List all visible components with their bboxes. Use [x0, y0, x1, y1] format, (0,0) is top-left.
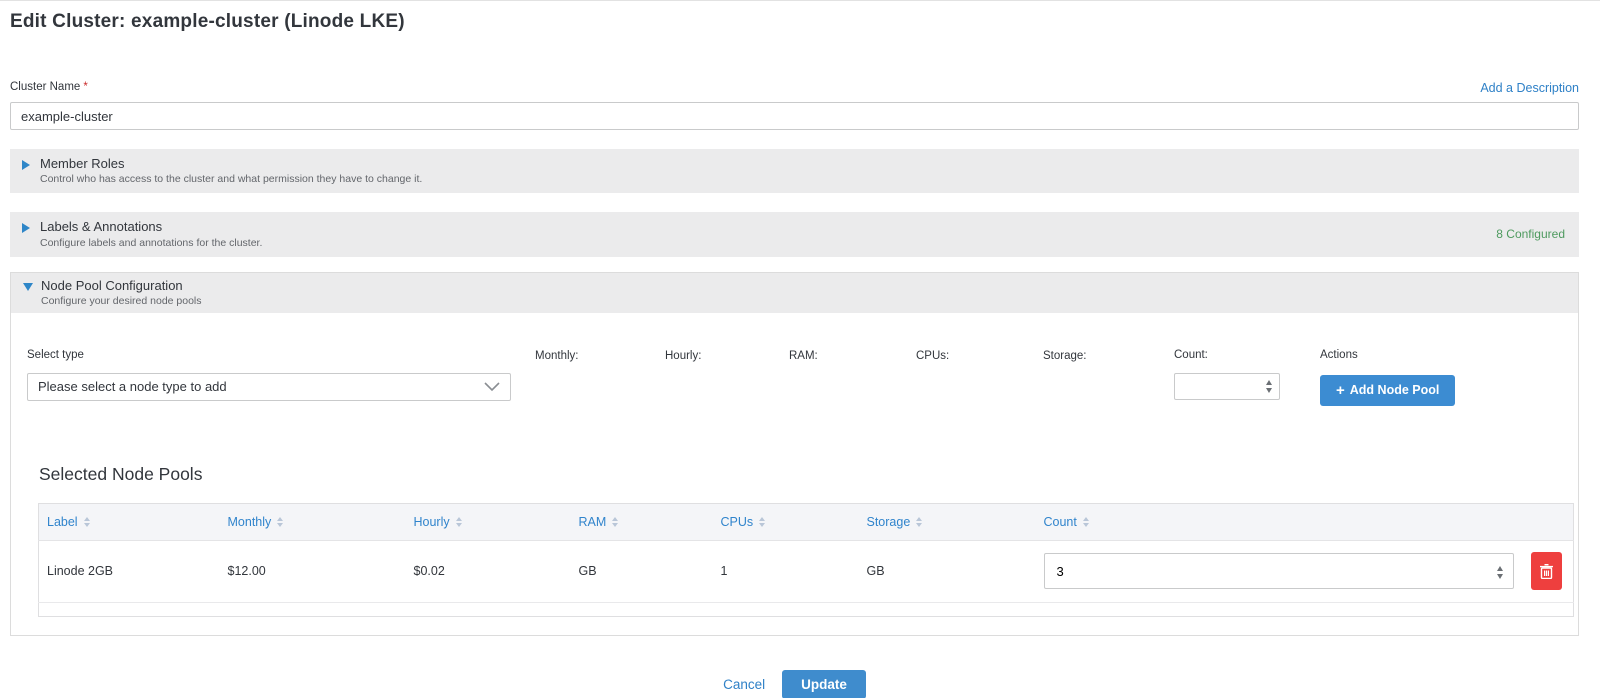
node-type-select[interactable]: Please select a node type to add [27, 373, 511, 401]
column-header-cpus[interactable]: CPUs [721, 503, 867, 540]
add-node-pool-form: Select type Please select a node type to… [27, 349, 1563, 406]
trash-icon [1540, 564, 1553, 579]
form-footer: Cancel Update [10, 670, 1579, 698]
cancel-button[interactable]: Cancel [723, 677, 765, 692]
column-header-storage[interactable]: Storage [867, 503, 1044, 540]
selected-node-pools-table: Label Monthly Hourly RAM CPUs Storage Co… [38, 503, 1574, 617]
labels-annotations-text: Labels & Annotations Configure labels an… [40, 219, 262, 248]
monthly-stat: Monthly: [535, 349, 665, 374]
ram-label: RAM: [789, 350, 916, 362]
cpus-label: CPUs: [916, 350, 1043, 362]
actions-group: Actions + Add Node Pool [1320, 349, 1455, 406]
stepper-down-icon [1497, 574, 1503, 579]
storage-stat: Storage: [1043, 349, 1174, 374]
labels-annotations-left: Labels & Annotations Configure labels an… [22, 219, 262, 248]
sort-icon [916, 517, 922, 527]
table-footer-row [39, 602, 1574, 616]
sort-icon [759, 517, 765, 527]
row-count-input-box [1044, 553, 1514, 589]
node-pool-config-title: Node Pool Configuration [41, 278, 202, 294]
column-header-monthly[interactable]: Monthly [228, 503, 414, 540]
cpus-stat: CPUs: [916, 349, 1043, 374]
stepper-up-icon [1266, 380, 1272, 385]
page-title: Edit Cluster: example-cluster (Linode LK… [10, 11, 1579, 33]
row-count-input[interactable] [1045, 554, 1513, 588]
sort-icon [84, 517, 90, 527]
column-header-label[interactable]: Label [39, 503, 228, 540]
column-header-hourly[interactable]: Hourly [414, 503, 579, 540]
cell-storage: GB [867, 540, 1044, 602]
update-button[interactable]: Update [782, 670, 866, 698]
caret-right-icon [22, 223, 30, 233]
node-pool-config-left: Node Pool Configuration Configure your d… [23, 278, 202, 307]
count-group: Count: [1174, 349, 1298, 400]
hourly-label: Hourly: [665, 350, 789, 362]
sort-icon [456, 517, 462, 527]
edit-cluster-page: Edit Cluster: example-cluster (Linode LK… [0, 1, 1600, 698]
add-description-link[interactable]: Add a Description [1480, 81, 1579, 95]
cluster-name-label: Cluster Name [10, 81, 80, 93]
plus-icon: + [1336, 383, 1345, 398]
caret-right-icon [22, 160, 30, 170]
node-pool-config-body: Select type Please select a node type to… [11, 313, 1578, 635]
node-pool-config-section: Node Pool Configuration Configure your d… [10, 272, 1579, 636]
monthly-label: Monthly: [535, 350, 665, 362]
caret-down-icon [23, 283, 33, 291]
cell-hourly: $0.02 [414, 540, 579, 602]
member-roles-subtitle: Control who has access to the cluster an… [40, 173, 422, 185]
node-pool-config-subtitle: Configure your desired node pools [41, 295, 202, 307]
sort-icon [1083, 517, 1089, 527]
labels-annotations-subtitle: Configure labels and annotations for the… [40, 237, 262, 249]
chevron-down-icon [484, 382, 500, 392]
hourly-stat: Hourly: [665, 349, 789, 374]
member-roles-section[interactable]: Member Roles Control who has access to t… [10, 149, 1579, 193]
cell-label: Linode 2GB [39, 540, 228, 602]
cluster-name-input[interactable] [10, 102, 1579, 130]
add-node-pool-button[interactable]: + Add Node Pool [1320, 375, 1455, 406]
required-asterisk: * [83, 81, 87, 93]
column-header-ram[interactable]: RAM [579, 503, 721, 540]
member-roles-title: Member Roles [40, 156, 422, 172]
select-type-label: Select type [27, 349, 511, 361]
node-pool-config-header[interactable]: Node Pool Configuration Configure your d… [11, 273, 1578, 313]
table-row: Linode 2GB $12.00 $0.02 GB 1 GB [39, 540, 1574, 602]
delete-pool-button[interactable] [1531, 552, 1562, 590]
node-type-select-placeholder: Please select a node type to add [38, 379, 227, 394]
cell-count [1044, 540, 1574, 602]
cell-ram: GB [579, 540, 721, 602]
member-roles-text: Member Roles Control who has access to t… [40, 156, 422, 185]
table-header-row: Label Monthly Hourly RAM CPUs Storage Co… [39, 503, 1574, 540]
cell-cpus: 1 [721, 540, 867, 602]
cluster-name-label-wrap: Cluster Name* [10, 77, 88, 95]
ram-stat: RAM: [789, 349, 916, 374]
count-stepper[interactable] [1262, 377, 1275, 397]
actions-label: Actions [1320, 349, 1455, 361]
storage-label: Storage: [1043, 350, 1174, 362]
cell-monthly: $12.00 [228, 540, 414, 602]
row-count-stepper[interactable] [1494, 562, 1507, 582]
cluster-name-header: Cluster Name* Add a Description [10, 77, 1579, 95]
count-input-box [1174, 373, 1280, 400]
selected-node-pools-heading: Selected Node Pools [39, 464, 1563, 485]
stepper-up-icon [1497, 566, 1503, 571]
node-type-select-group: Select type Please select a node type to… [27, 349, 511, 401]
stepper-down-icon [1266, 388, 1272, 393]
sort-icon [277, 517, 283, 527]
node-pool-config-text: Node Pool Configuration Configure your d… [41, 278, 202, 307]
member-roles-left: Member Roles Control who has access to t… [22, 156, 422, 185]
count-label: Count: [1174, 349, 1298, 361]
add-node-pool-button-label: Add Node Pool [1350, 383, 1440, 397]
column-header-count[interactable]: Count [1044, 503, 1574, 540]
labels-annotations-section[interactable]: Labels & Annotations Configure labels an… [10, 212, 1579, 256]
configured-count-badge: 8 Configured [1496, 227, 1565, 241]
sort-icon [612, 517, 618, 527]
labels-annotations-title: Labels & Annotations [40, 219, 262, 235]
